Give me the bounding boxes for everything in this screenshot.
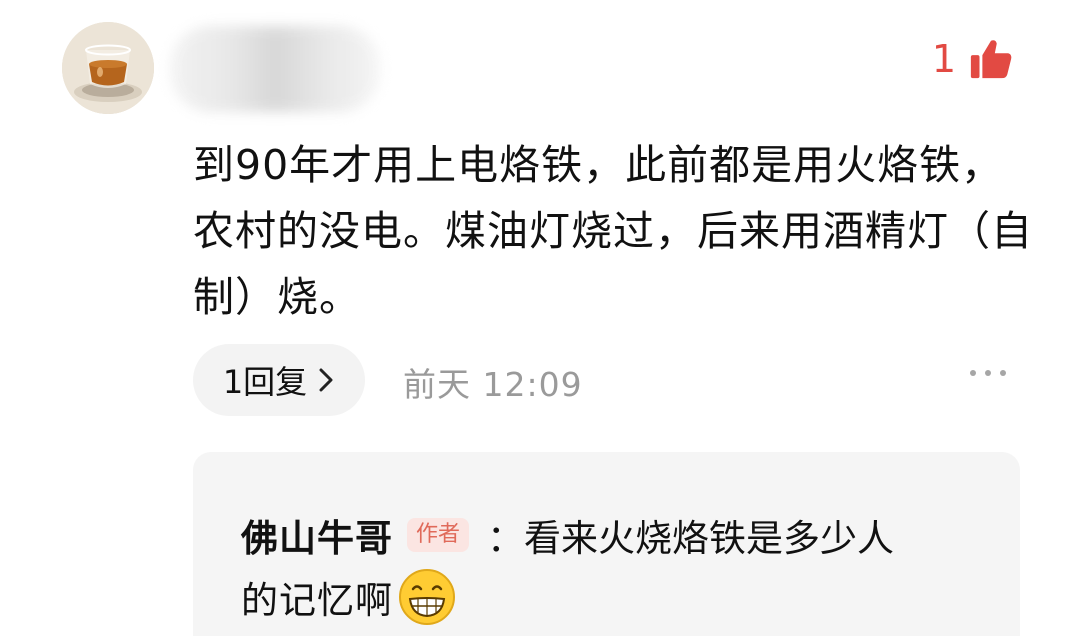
reply-count-label: 1回复 xyxy=(222,363,308,401)
view-replies-button[interactable]: 1回复 xyxy=(193,344,365,416)
blurred-username xyxy=(170,26,380,112)
reply-text-line1: 看来火烧烙铁是多少人 xyxy=(524,517,895,560)
author-badge: 作者 xyxy=(407,518,470,552)
reply-colon: ： xyxy=(487,517,525,560)
like-button[interactable]: 1 xyxy=(932,36,1014,82)
reply-preview[interactable]: 佛山牛哥 作者 ： 看来火烧烙铁是多少人 的记忆啊 xyxy=(193,452,1020,636)
like-count: 1 xyxy=(931,37,956,81)
grinning-face-emoji xyxy=(399,569,455,625)
more-dots-icon[interactable] xyxy=(970,370,1006,376)
comment-page: 1 到90年才用上电烙铁，此前都是用火烙铁，农村的没电。煤油灯烧过，后来用酒精灯… xyxy=(0,0,1080,636)
more-dot xyxy=(1000,370,1006,376)
chevron-right-icon xyxy=(319,368,333,392)
more-dot xyxy=(985,370,991,376)
more-dot xyxy=(970,370,976,376)
comment-text: 到90年才用上电烙铁，此前都是用火烙铁，农村的没电。煤油灯烧过，后来用酒精灯（自… xyxy=(193,141,1033,321)
reply-author[interactable]: 佛山牛哥 xyxy=(241,508,393,562)
reply-second-line: 的记忆啊 xyxy=(241,567,457,627)
comment-timestamp: 前天 12:09 xyxy=(403,365,583,404)
thumbs-up-icon xyxy=(970,40,1012,79)
reply-text-line2: 的记忆啊 xyxy=(241,579,393,622)
reply-first-line: 佛山牛哥 作者 ： 看来火烧烙铁是多少人 xyxy=(241,508,894,562)
avatar-tea-glass-image xyxy=(62,22,154,114)
user-avatar[interactable] xyxy=(62,22,154,114)
